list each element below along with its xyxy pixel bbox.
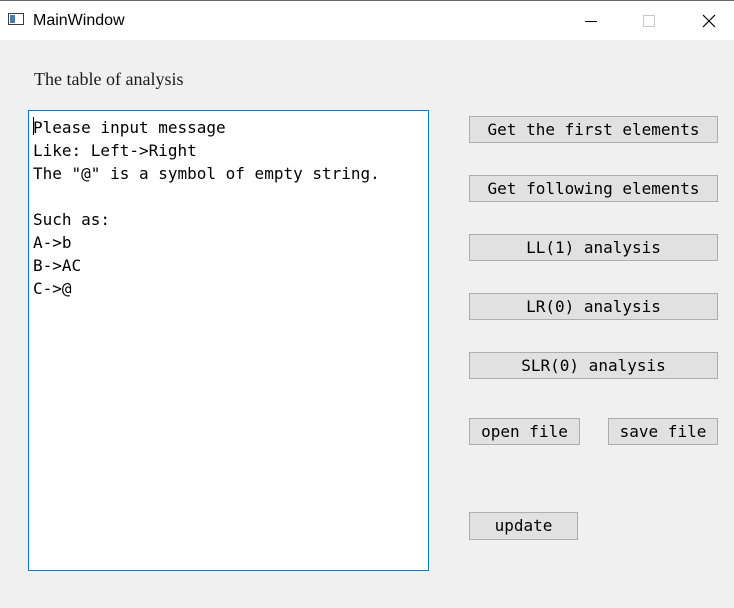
open-file-button[interactable]: open file bbox=[469, 418, 580, 445]
maximize-icon bbox=[643, 15, 655, 27]
analysis-table-label: The table of analysis bbox=[34, 69, 184, 89]
title-bar[interactable]: MainWindow bbox=[0, 0, 734, 40]
close-button[interactable] bbox=[686, 1, 732, 41]
minimize-button[interactable] bbox=[568, 1, 614, 41]
get-following-elements-button[interactable]: Get following elements bbox=[469, 175, 718, 202]
close-icon bbox=[702, 14, 716, 28]
update-button[interactable]: update bbox=[469, 512, 578, 540]
maximize-button[interactable] bbox=[626, 1, 672, 41]
text-caret bbox=[33, 117, 34, 135]
grammar-input-textarea[interactable]: Please input message Like: Left->Right T… bbox=[28, 110, 429, 571]
get-first-elements-button[interactable]: Get the first elements bbox=[469, 116, 718, 143]
main-window: MainWindow The table of analysis Please … bbox=[0, 0, 734, 608]
save-file-button[interactable]: save file bbox=[608, 418, 718, 445]
ll1-analysis-button[interactable]: LL(1) analysis bbox=[469, 234, 718, 261]
minimize-icon bbox=[585, 21, 597, 22]
app-window-icon bbox=[8, 13, 24, 25]
lr0-analysis-button[interactable]: LR(0) analysis bbox=[469, 293, 718, 320]
slr0-analysis-button[interactable]: SLR(0) analysis bbox=[469, 352, 718, 379]
window-title: MainWindow bbox=[33, 12, 125, 29]
